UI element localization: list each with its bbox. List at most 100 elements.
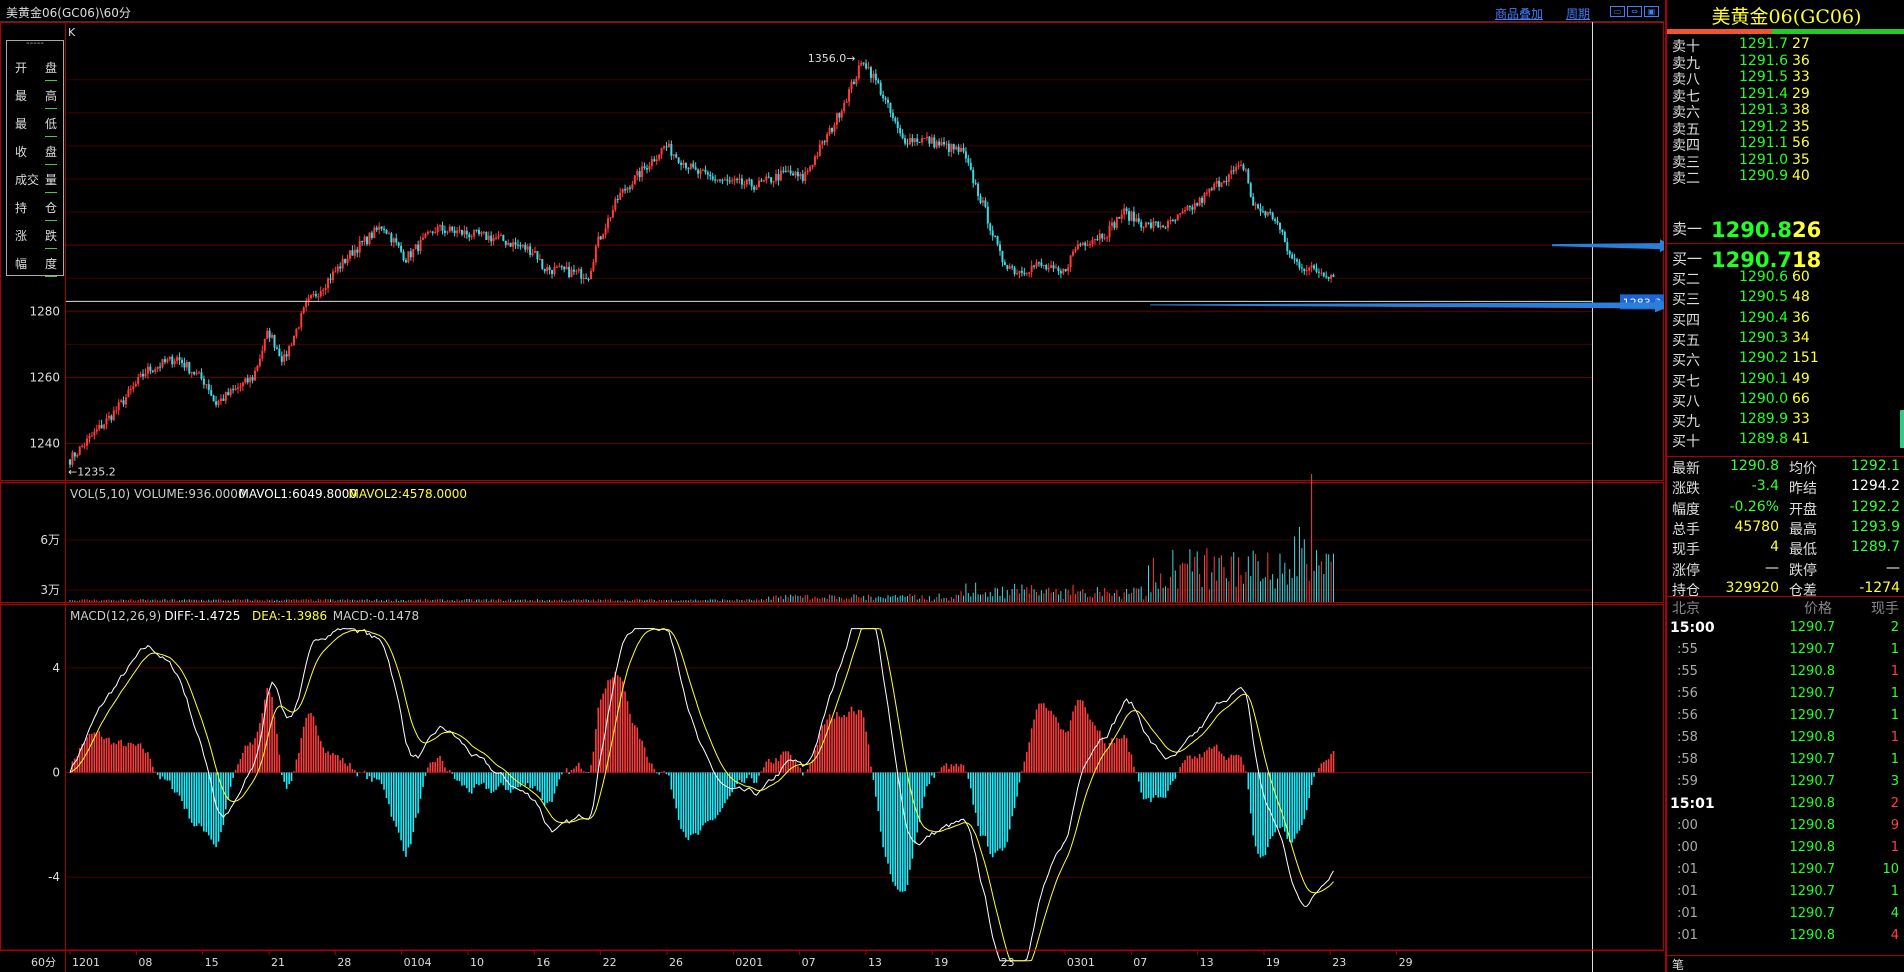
chart-area[interactable]: 1300128012601240K1283.01356.0→←1235.2VOL…	[0, 22, 1664, 972]
tick-row[interactable]: :55 1290.7 1	[1667, 642, 1904, 664]
tick-time: :58	[1677, 730, 1698, 745]
bid-price: 1290.4	[1739, 309, 1788, 326]
candle	[1157, 220, 1160, 229]
ask-price: 1290.9	[1739, 168, 1788, 184]
tick-row[interactable]: 15:00 1290.7 2	[1667, 620, 1904, 642]
ask-price: 1291.7	[1739, 36, 1788, 52]
tick-price: 1290.7	[1789, 862, 1836, 877]
bid-label: 买九	[1672, 414, 1700, 431]
ask-label: 卖二	[1672, 171, 1700, 187]
tick-row[interactable]: :01 1290.7 10	[1667, 862, 1904, 884]
stat-label: 昨结	[1789, 481, 1817, 498]
x-tick-label: 0301	[1067, 956, 1095, 969]
x-tick-label: 07	[1133, 956, 1147, 969]
stat-row: 涨停 — 跌停 —	[1667, 560, 1904, 580]
bid-qty: 48	[1792, 289, 1810, 306]
ohlc-label-b: 跌	[44, 227, 57, 249]
tick-row[interactable]: :55 1290.8 1	[1667, 664, 1904, 686]
bid-row[interactable]: 买三 1290.5 48	[1667, 289, 1904, 309]
bid-qty: 151	[1792, 350, 1819, 367]
bid-row[interactable]: 买九 1289.9 33	[1667, 411, 1904, 431]
stat-value: 1294.2	[1851, 478, 1900, 495]
minimize-icon[interactable]: ▭	[1610, 6, 1625, 17]
bid-row[interactable]: 买一 1290.7 18	[1667, 248, 1904, 272]
candle	[541, 258, 544, 270]
stat-label: 总手	[1672, 521, 1700, 538]
macd-legend: MACD(12,26,9)	[70, 609, 161, 623]
candle	[918, 141, 921, 143]
x-tick-label: 29	[1399, 956, 1413, 969]
volume-legend: VOL(5,10) VOLUME:936.0000	[70, 487, 246, 501]
tick-row[interactable]: :58 1290.7 1	[1667, 752, 1904, 774]
stat-row: 最新 1290.8 均价 1292.1	[1667, 458, 1904, 478]
window-controls: ▭ ⇔ ▣	[1610, 6, 1659, 17]
tick-row[interactable]: :01 1290.7 1	[1667, 884, 1904, 906]
stat-value: 1292.1	[1851, 458, 1900, 474]
ohlc-label-a: 涨	[15, 229, 28, 243]
panel-scrollbar[interactable]	[1900, 410, 1904, 448]
period-link[interactable]: 周期	[1566, 5, 1590, 22]
bid-label: 买一	[1672, 250, 1703, 268]
tick-row[interactable]: :01 1290.7 4	[1667, 906, 1904, 928]
bid-row[interactable]: 买六 1290.2 151	[1667, 350, 1904, 370]
ask-row[interactable]: 卖一 1290.8 26	[1667, 218, 1904, 242]
tick-row[interactable]: :01 1290.8 4	[1667, 928, 1904, 950]
ticks-header-price: 价格	[1804, 601, 1832, 617]
ask-qty: 36	[1792, 52, 1810, 69]
bid-label: 买六	[1672, 353, 1700, 370]
candle	[256, 364, 259, 372]
tick-row[interactable]: :56 1290.7 1	[1667, 686, 1904, 708]
ask-row[interactable]: 卖二 1290.9 40	[1667, 168, 1904, 188]
stat-label: 跌停	[1789, 562, 1817, 579]
tick-row[interactable]: :00 1290.8 9	[1667, 818, 1904, 840]
tick-price: 1290.8	[1789, 818, 1836, 833]
bid-row[interactable]: 买四 1290.4 36	[1667, 310, 1904, 330]
bid-row[interactable]: 买七 1290.1 49	[1667, 371, 1904, 391]
tick-row[interactable]: :00 1290.8 1	[1667, 840, 1904, 862]
ask-qty: 26	[1792, 218, 1822, 242]
x-tick-label: 23	[1001, 956, 1015, 969]
x-tick-label: 22	[603, 956, 617, 969]
stat-value: 1292.2	[1851, 498, 1900, 515]
tick-row[interactable]: :56 1290.7 1	[1667, 708, 1904, 730]
tick-row[interactable]: :59 1290.7 3	[1667, 774, 1904, 796]
candle	[407, 251, 410, 264]
overlay-link[interactable]: 商品叠加	[1495, 5, 1543, 22]
ohlc-row: 涨跌	[7, 221, 63, 249]
tick-qty: 4	[1890, 928, 1899, 943]
ohlc-row: 开盘	[7, 53, 63, 81]
tick-price: 1290.8	[1789, 796, 1836, 811]
tick-qty: 1	[1890, 752, 1899, 767]
stat-value: 4	[1770, 539, 1779, 556]
stat-value: 1289.7	[1851, 539, 1900, 556]
bid-label: 买五	[1672, 332, 1700, 349]
candle	[1176, 214, 1179, 221]
stat-value: —	[1765, 559, 1779, 576]
bid-qty: 36	[1792, 309, 1810, 326]
candle	[485, 231, 488, 241]
bid-row[interactable]: 买八 1290.0 66	[1667, 391, 1904, 411]
candle	[1247, 168, 1250, 184]
tick-row[interactable]: :58 1290.8 1	[1667, 730, 1904, 752]
tick-price: 1290.7	[1789, 708, 1836, 723]
window-title: 美黄金06(GC06)\60分	[6, 6, 131, 20]
bid-price: 1290.1	[1739, 370, 1788, 387]
tick-qty: 1	[1890, 884, 1899, 899]
ohlc-info-box: ----- 开盘最高最低收盘成交量持仓涨跌幅度	[6, 39, 64, 277]
candle	[1220, 182, 1223, 188]
ohlc-label-b: 盘	[44, 59, 57, 81]
tick-qty: 1	[1890, 642, 1899, 657]
chart-canvas[interactable]: 1300128012601240K1283.01356.0→←1235.2VOL…	[0, 22, 1664, 972]
x-tick-label: 13	[1200, 956, 1214, 969]
ohlc-row: 最低	[7, 109, 63, 137]
stat-label: 最低	[1789, 542, 1817, 559]
restore-icon[interactable]: ⇔	[1627, 6, 1642, 17]
tick-qty: 1	[1890, 686, 1899, 701]
tick-row[interactable]: 15:01 1290.8 2	[1667, 796, 1904, 818]
ohlc-label-b: 度	[44, 255, 57, 277]
bid-row[interactable]: 买五 1290.3 34	[1667, 330, 1904, 350]
bid-row[interactable]: 买十 1289.8 41	[1667, 431, 1904, 451]
ask-qty: 56	[1792, 135, 1810, 151]
bid-row[interactable]: 买二 1290.6 60	[1667, 269, 1904, 289]
maximize-icon[interactable]: ▣	[1644, 6, 1659, 17]
